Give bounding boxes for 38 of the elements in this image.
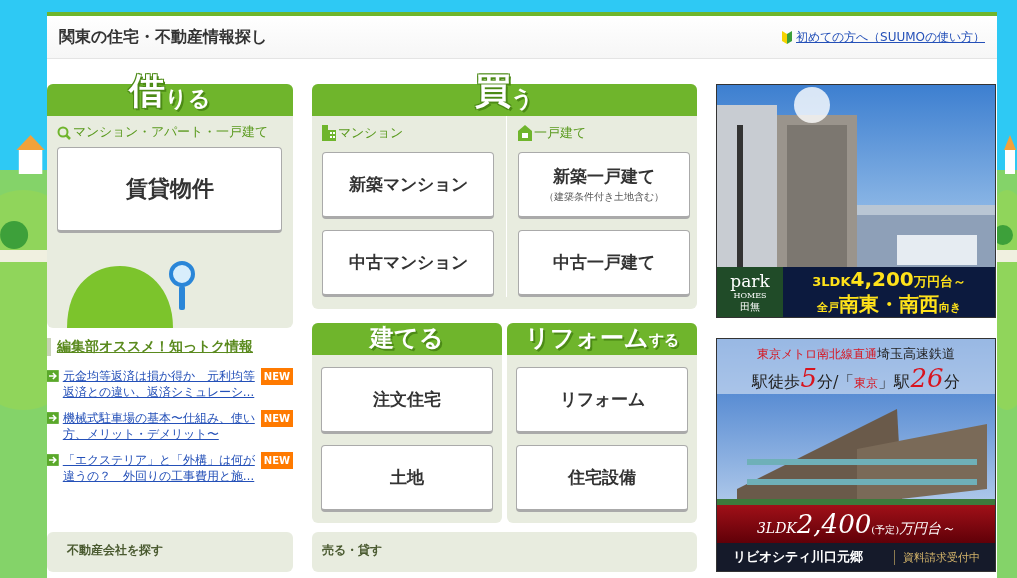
section-panel: 売る・貸す [312, 532, 697, 572]
article-link[interactable]: 元金均等返済は損か得か 元利均等返済との違い、返済シミュレーシ… [62, 368, 257, 400]
beginner-mark-icon [782, 30, 792, 44]
category-button[interactable]: 中古一戸建て [518, 230, 690, 297]
category-button[interactable]: 住宅設備 [516, 445, 688, 512]
help-link[interactable]: 初めての方へ（SUUMOの使い方） [796, 28, 985, 46]
category-label: マンション・アパート・一戸建て [73, 124, 268, 141]
category-button[interactable]: 新築一戸建て （建築条件付き土地含む） [518, 152, 690, 219]
category-button[interactable]: 土地 [321, 445, 493, 512]
section-title: リフォームする [524, 323, 680, 354]
building-icon [322, 125, 336, 141]
ad-headline: 東京メトロ南北線直通埼玉高速鉄道 [757, 345, 955, 363]
property-name: リビオシティ川口元郷 [732, 548, 863, 566]
article-link[interactable]: 機械式駐車場の基本〜仕組み、使い方、メリット・デメリット〜 [62, 410, 257, 442]
article-link[interactable]: 「エクステリア」と「外構」は何が違うの？ 外回りの工事費用と施… [62, 452, 257, 484]
page-title: 関東の住宅・不動産情報探し [59, 26, 267, 48]
new-label: NEW [260, 452, 293, 469]
magnifier-icon [167, 260, 197, 312]
ad-caption: 資料請求受付中 [893, 549, 980, 565]
category-button[interactable]: 新築マンション [322, 152, 494, 219]
section-heading: 編集部オススメ！知っトク情報 [47, 338, 293, 356]
ad-headline: 3LDK4,200万円台～ [812, 266, 966, 291]
ad-headline: 全戸南東・南西向き [817, 290, 961, 317]
category-button[interactable]: 注文住宅 [321, 367, 493, 434]
category-button[interactable]: 中古マンション [322, 230, 494, 297]
ad-headline: 駅徒歩5分/「東京」駅26分 [752, 363, 960, 393]
category-label: マンション [338, 124, 403, 142]
brand-logo: park HOMES 田無 [717, 267, 783, 317]
section-title: 建てる [368, 323, 445, 354]
new-label: NEW [260, 368, 293, 385]
house-icon [518, 125, 532, 141]
new-label: NEW [260, 410, 293, 427]
category-button[interactable]: 賃貸物件 [57, 147, 282, 233]
category-label: 一戸建て [534, 124, 586, 142]
search-icon [57, 125, 71, 140]
ad-headline: 3LDK2,400(予定)万円台～ [756, 509, 956, 539]
section-panel: 不動産会社を探す [47, 532, 293, 572]
category-button[interactable]: リフォーム [516, 367, 688, 434]
